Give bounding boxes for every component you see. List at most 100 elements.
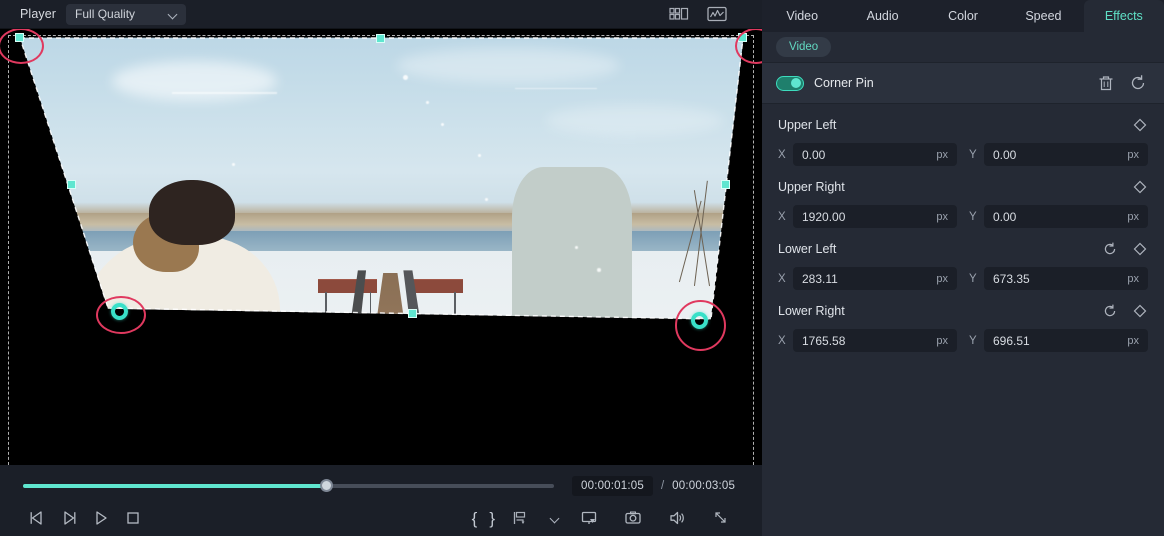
param-reset-icon[interactable] xyxy=(1102,303,1118,319)
preview-stage[interactable] xyxy=(0,29,762,465)
upper-right-x-unit: px xyxy=(936,210,948,223)
upper-left-x-value: 0.00 xyxy=(802,147,826,162)
reset-icon[interactable] xyxy=(1128,73,1148,93)
fullscreen-icon[interactable] xyxy=(708,506,734,530)
player-toolbar: Player Full Quality xyxy=(0,0,762,29)
split-view-icon[interactable] xyxy=(668,5,690,23)
handle-bottom-middle[interactable] xyxy=(408,309,417,318)
lower-right-y-value: 696.51 xyxy=(993,333,1030,348)
param-reset-icon[interactable] xyxy=(1102,241,1118,257)
tab-speed[interactable]: Speed xyxy=(1003,0,1083,32)
properties-panel: Video Audio Color Speed Effects Video Co… xyxy=(762,0,1164,536)
camera-snapshot-icon[interactable] xyxy=(620,506,646,530)
volume-icon[interactable] xyxy=(664,506,690,530)
axis-label-y: Y xyxy=(969,148,977,161)
transport-bar: 00:00:01:05 / 00:00:03:05 {} xyxy=(0,465,762,536)
effect-category-row: Video xyxy=(762,32,1164,62)
lower-left-y-value: 673.35 xyxy=(993,271,1030,286)
axis-label-y: Y xyxy=(969,334,977,347)
param-upper-right-row: X 1920.00 px Y 0.00 px xyxy=(778,205,1148,228)
mark-in-button[interactable]: { xyxy=(472,510,478,527)
total-timecode: 00:00:03:05 xyxy=(672,480,736,492)
video-editor-window: Player Full Quality 00:00:01:05 / 00:00:… xyxy=(0,0,1164,536)
handle-right-middle[interactable] xyxy=(721,180,730,189)
chevron-down-icon xyxy=(169,10,178,19)
scope-waveform-icon[interactable] xyxy=(706,5,728,23)
param-lower-left: Lower Left X 283.11 px Y 673.35 px xyxy=(762,228,1164,290)
upper-right-x-value: 1920.00 xyxy=(802,209,846,224)
play-button[interactable] xyxy=(88,506,114,530)
upper-right-x-input[interactable]: 1920.00 px xyxy=(793,205,957,228)
prev-frame-button[interactable] xyxy=(24,506,50,530)
axis-label-x: X xyxy=(778,148,786,161)
lower-left-y-input[interactable]: 673.35 px xyxy=(984,267,1148,290)
lower-right-x-unit: px xyxy=(936,334,948,347)
mark-out-button[interactable]: } xyxy=(489,510,495,527)
axis-label-x: X xyxy=(778,334,786,347)
trash-icon[interactable] xyxy=(1096,73,1116,93)
param-upper-left-head: Upper Left xyxy=(778,114,1148,136)
upper-right-y-input[interactable]: 0.00 px xyxy=(984,205,1148,228)
upper-left-y-input[interactable]: 0.00 px xyxy=(984,143,1148,166)
lower-left-x-input[interactable]: 283.11 px xyxy=(793,267,957,290)
annotation-circle-lower-right xyxy=(675,300,726,351)
upper-left-y-value: 0.00 xyxy=(993,147,1017,162)
param-upper-right-head: Upper Right xyxy=(778,176,1148,198)
lower-right-x-value: 1765.58 xyxy=(802,333,846,348)
export-range-icon[interactable] xyxy=(507,506,533,530)
param-upper-left-label: Upper Left xyxy=(778,118,837,132)
axis-label-y: Y xyxy=(969,272,977,285)
tab-effects[interactable]: Effects xyxy=(1083,0,1164,32)
quality-value: Full Quality xyxy=(75,7,136,21)
properties-tab-bar: Video Audio Color Speed Effects xyxy=(762,0,1164,32)
current-timecode[interactable]: 00:00:01:05 xyxy=(572,476,653,496)
effect-header-corner-pin: Corner Pin xyxy=(762,62,1164,104)
lower-right-y-input[interactable]: 696.51 px xyxy=(984,329,1148,352)
param-upper-left: Upper Left X 0.00 px Y 0.00 px xyxy=(762,104,1164,166)
keyframe-diamond-icon[interactable] xyxy=(1132,179,1148,195)
lower-left-y-unit: px xyxy=(1127,272,1139,285)
lower-right-x-input[interactable]: 1765.58 px xyxy=(793,329,957,352)
tab-audio[interactable]: Audio xyxy=(842,0,922,32)
playhead-scrubber[interactable] xyxy=(23,479,554,492)
player-label: Player xyxy=(20,7,57,21)
upper-left-x-input[interactable]: 0.00 px xyxy=(793,143,957,166)
range-dropdown-chevron-down-icon[interactable] xyxy=(551,514,560,523)
view-mode-group xyxy=(668,5,754,23)
preview-canvas[interactable] xyxy=(0,29,762,465)
scrubber-knob[interactable] xyxy=(320,479,334,492)
handle-top-middle[interactable] xyxy=(376,34,385,43)
scrubber-row: 00:00:01:05 / 00:00:03:05 xyxy=(0,465,762,501)
param-lower-left-head: Lower Left xyxy=(778,238,1148,260)
param-lower-right: Lower Right X 1765.58 px Y 696.51 px xyxy=(762,290,1164,352)
toggle-knob xyxy=(791,78,801,88)
upper-left-y-unit: px xyxy=(1127,148,1139,161)
tab-video[interactable]: Video xyxy=(762,0,842,32)
timecode-separator: / xyxy=(660,480,665,492)
playback-buttons-row: { } xyxy=(0,501,762,535)
param-lower-right-row: X 1765.58 px Y 696.51 px xyxy=(778,329,1148,352)
effect-name-label: Corner Pin xyxy=(814,76,874,90)
axis-label-x: X xyxy=(778,210,786,223)
param-lower-right-head: Lower Right xyxy=(778,300,1148,322)
effect-enable-toggle[interactable] xyxy=(776,75,804,91)
tab-color[interactable]: Color xyxy=(923,0,1003,32)
keyframe-diamond-icon[interactable] xyxy=(1132,117,1148,133)
snapshot-to-album-icon[interactable] xyxy=(576,506,602,530)
quality-select[interactable]: Full Quality xyxy=(66,3,187,25)
next-frame-button[interactable] xyxy=(56,506,82,530)
param-lower-left-label: Lower Left xyxy=(778,242,837,256)
axis-label-y: Y xyxy=(969,210,977,223)
keyframe-diamond-icon[interactable] xyxy=(1132,241,1148,257)
handle-left-middle[interactable] xyxy=(67,180,76,189)
category-chip-video[interactable]: Video xyxy=(776,37,832,57)
axis-label-x: X xyxy=(778,272,786,285)
lower-left-x-value: 283.11 xyxy=(802,271,838,286)
upper-right-y-value: 0.00 xyxy=(993,209,1017,224)
lower-right-y-unit: px xyxy=(1127,334,1139,347)
lower-left-x-unit: px xyxy=(936,272,948,285)
stop-button[interactable] xyxy=(120,506,146,530)
keyframe-diamond-icon[interactable] xyxy=(1132,303,1148,319)
param-upper-left-row: X 0.00 px Y 0.00 px xyxy=(778,143,1148,166)
player-pane: Player Full Quality 00:00:01:05 / 00:00:… xyxy=(0,0,762,536)
